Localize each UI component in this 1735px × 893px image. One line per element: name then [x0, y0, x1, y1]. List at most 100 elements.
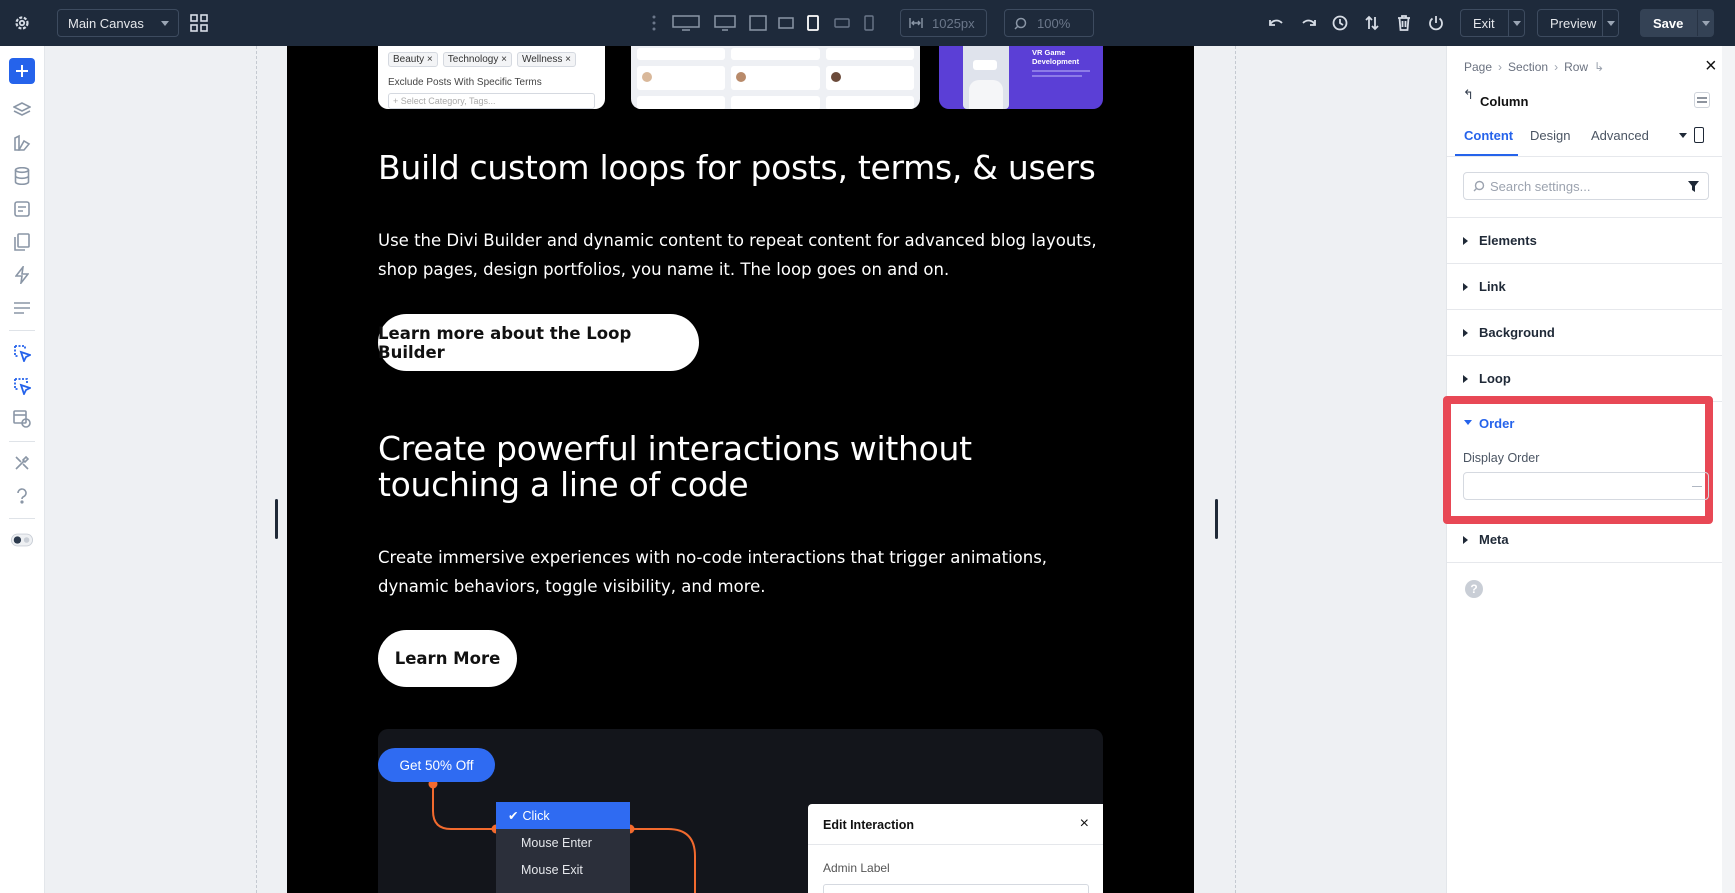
tools-icon[interactable] [11, 452, 33, 474]
mobile-view-icon[interactable] [1694, 127, 1704, 143]
laptop-icon[interactable] [747, 13, 769, 33]
zoom-search-icon [1014, 17, 1027, 30]
help-circle-icon[interactable]: ? [1465, 580, 1483, 598]
resize-handle-right[interactable] [1215, 499, 1218, 539]
caret-right-icon [1463, 283, 1468, 291]
search-icon [1473, 180, 1485, 192]
trigger-option-mouse-enter[interactable]: Mouse Enter [496, 829, 630, 856]
search-settings-input[interactable]: Search settings... [1463, 172, 1709, 200]
add-icon[interactable] [9, 58, 35, 84]
filter-icon[interactable] [1688, 181, 1699, 192]
tab-content[interactable]: Content [1464, 128, 1513, 143]
database-icon[interactable] [11, 165, 33, 187]
group-background[interactable]: Background [1447, 310, 1722, 356]
design-library-icon[interactable] [11, 132, 33, 154]
back-arrow-icon[interactable]: ↰ [1463, 87, 1474, 103]
save-button[interactable]: Save [1640, 9, 1714, 37]
search-placeholder: Search settings... [1490, 178, 1591, 194]
group-elements[interactable]: Elements [1447, 218, 1722, 264]
exclude-select[interactable]: + Select Category, Tags... [388, 93, 595, 109]
close-panel-icon[interactable]: × [1705, 56, 1717, 76]
learn-more-button[interactable]: Learn More [378, 630, 517, 687]
phone-portrait-icon[interactable] [861, 13, 877, 33]
tab-advanced[interactable]: Advanced [1591, 128, 1649, 143]
loop-builder-icon[interactable] [11, 375, 33, 397]
vr-card-title: VR Game Development [1032, 48, 1080, 66]
preview-button[interactable]: Preview [1537, 9, 1619, 37]
grid-icon[interactable] [189, 13, 209, 33]
exit-button[interactable]: Exit [1460, 9, 1525, 37]
settings-gear-icon[interactable] [12, 13, 32, 33]
tag-chip[interactable]: Wellness × [516, 52, 576, 67]
breadcrumb-item[interactable]: Section [1508, 60, 1548, 74]
sidebar-divider [9, 441, 35, 442]
trigger-menu: ✔ Click Mouse Enter Mouse Exit [496, 802, 630, 893]
caret-right-icon [1463, 237, 1468, 245]
save-dropdown-icon[interactable] [1697, 10, 1713, 36]
panel-title: Column [1480, 94, 1529, 109]
layers-icon[interactable] [11, 99, 33, 121]
exit-button-label: Exit [1473, 15, 1495, 31]
undo-icon[interactable] [1266, 13, 1286, 33]
canvas-select[interactable]: Main Canvas [57, 9, 179, 37]
return-arrow-icon: ↳ [1594, 60, 1605, 74]
tabs-more-caret-icon[interactable] [1679, 133, 1687, 138]
breadcrumb-item[interactable]: Row [1564, 60, 1588, 74]
tag-chip[interactable]: Technology × [442, 52, 512, 67]
zoom-value: 100% [1037, 15, 1071, 31]
vr-person-image [963, 46, 1009, 109]
loops-paragraph: Use the Divi Builder and dynamic content… [378, 231, 1097, 279]
loop-builder-button[interactable]: Learn more about the Loop Builder [378, 314, 699, 371]
phone-landscape-icon[interactable] [832, 13, 852, 33]
edit-interaction-modal: Edit Interaction × Admin Label [808, 804, 1103, 893]
forms-icon[interactable] [11, 198, 33, 220]
theme-builder-icon[interactable] [11, 408, 33, 430]
settings-panel: Page › Section › Row ↳ × ↰ Column Conten… [1443, 46, 1735, 893]
drag-dots-icon[interactable] [649, 14, 659, 32]
tablet-portrait-icon[interactable] [804, 13, 822, 33]
sidebar-divider [9, 330, 35, 331]
exclude-label: Exclude Posts With Specific Terms [388, 77, 542, 88]
panel-options-icon[interactable] [1694, 92, 1710, 108]
history-clock-icon[interactable] [1330, 13, 1350, 33]
help-question-icon[interactable] [11, 485, 33, 507]
sort-arrows-icon[interactable] [1362, 13, 1382, 33]
trigger-option-click[interactable]: ✔ Click [496, 802, 630, 829]
lightning-icon[interactable] [11, 264, 33, 286]
display-order-input[interactable] [1463, 472, 1709, 500]
breadcrumb-item[interactable]: Page [1464, 60, 1492, 74]
preview-dropdown-icon[interactable] [1602, 10, 1618, 36]
save-button-label: Save [1653, 15, 1684, 31]
pages-icon[interactable] [11, 231, 33, 253]
tag-chip[interactable]: Beauty × [388, 52, 438, 67]
redo-icon[interactable] [1299, 13, 1319, 33]
tablet-landscape-icon[interactable] [776, 13, 796, 33]
interactions-paragraph: Create immersive experiences with no-cod… [378, 548, 1048, 596]
canvas-guide-left [256, 46, 257, 893]
dash-icon [1692, 486, 1702, 487]
desktop-icon[interactable] [713, 13, 737, 33]
admin-label-input[interactable] [823, 884, 1089, 893]
toggle-switch-icon[interactable] [11, 529, 33, 551]
resize-handle-left[interactable] [275, 499, 278, 539]
builder-canvas: Beauty × Technology × Wellness × Exclude P… [45, 46, 1446, 893]
caret-right-icon [1463, 329, 1468, 337]
get-offer-button[interactable]: Get 50% Off [378, 748, 495, 782]
group-order[interactable]: Order [1479, 416, 1514, 431]
table-rows-icon[interactable] [11, 297, 33, 319]
desktop-wide-icon[interactable] [671, 13, 701, 33]
group-meta[interactable]: Meta [1447, 517, 1722, 563]
power-icon[interactable] [1426, 13, 1446, 33]
panel-scrollbar[interactable] [1722, 46, 1735, 893]
trigger-option-mouse-exit[interactable]: Mouse Exit [496, 856, 630, 883]
exit-dropdown-icon[interactable] [1508, 10, 1524, 36]
canvas-width-field[interactable]: 1025px [900, 9, 987, 37]
group-link[interactable]: Link [1447, 264, 1722, 310]
close-icon[interactable]: × [1080, 816, 1089, 832]
tab-design[interactable]: Design [1530, 128, 1570, 143]
trash-icon[interactable] [1394, 13, 1414, 33]
chevron-down-icon [161, 21, 169, 26]
interactions-cursor-icon[interactable] [11, 342, 33, 364]
zoom-field[interactable]: 100% [1004, 9, 1094, 37]
user-loop-card [631, 46, 920, 109]
